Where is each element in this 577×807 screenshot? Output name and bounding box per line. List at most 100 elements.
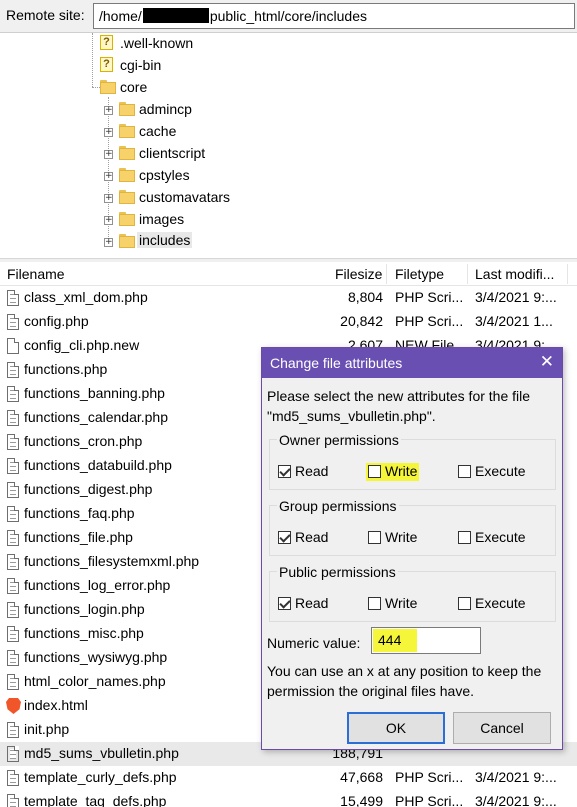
owner-permissions-group: Owner permissions Read Write Execute: [269, 432, 556, 490]
file-lines-icon: [7, 794, 19, 807]
public-read-checkbox[interactable]: Read: [278, 595, 328, 613]
tree-item-cpstyles[interactable]: + cpstyles: [0, 165, 577, 187]
tree-item-includes[interactable]: + includes: [0, 231, 577, 253]
tree-item-well-known[interactable]: ? .well-known: [0, 33, 577, 55]
tree-item-cache[interactable]: + cache: [0, 121, 577, 143]
file-name: template_tag_defs.php: [24, 793, 167, 807]
owner-execute-checkbox[interactable]: Execute: [458, 463, 526, 481]
owner-read-checkbox[interactable]: Read: [278, 463, 328, 481]
tree-item-customavatars[interactable]: + customavatars: [0, 187, 577, 209]
public-write-checkbox[interactable]: Write: [368, 595, 417, 613]
column-header-last-modified[interactable]: Last modifi...: [475, 266, 554, 282]
file-lines-icon: [7, 410, 19, 426]
group-execute-checkbox[interactable]: Execute: [458, 529, 526, 547]
numeric-value-input[interactable]: 444: [371, 627, 481, 654]
owner-write-checkbox[interactable]: Write: [366, 463, 420, 481]
public-execute-checkbox[interactable]: Execute: [458, 595, 526, 613]
tree-item-label: clientscript: [139, 145, 206, 161]
expand-icon[interactable]: +: [104, 238, 113, 247]
folder-icon: [119, 168, 135, 182]
folder-icon: [100, 80, 116, 94]
checkbox-icon: [278, 465, 291, 478]
remote-directory-tree[interactable]: ? .well-known ? cgi-bin core + admincp +…: [0, 32, 577, 260]
dialog-titlebar[interactable]: Change file attributes ✕: [262, 348, 562, 378]
close-icon[interactable]: ✕: [540, 352, 554, 372]
file-lines-icon: [7, 626, 19, 642]
dialog-note-text: You can use an x at any position to keep…: [267, 663, 542, 699]
column-divider[interactable]: [386, 264, 387, 284]
checkbox-icon: [368, 465, 381, 478]
question-icon: ?: [100, 35, 113, 50]
tree-item-label: cpstyles: [139, 167, 190, 183]
file-name: functions_file.php: [24, 529, 133, 545]
file-lines-icon: [7, 482, 19, 498]
file-row[interactable]: config.php 20,842 PHP Scri... 3/4/2021 1...: [0, 310, 577, 334]
group-write-checkbox[interactable]: Write: [368, 529, 417, 547]
tree-item-label-selected: includes: [137, 232, 193, 248]
public-permissions-group: Public permissions Read Write Execute: [269, 564, 556, 622]
expand-icon[interactable]: +: [104, 172, 113, 181]
file-list-header: Filename Filesize Filetype Last modifi..…: [0, 262, 577, 286]
expand-icon[interactable]: +: [104, 216, 113, 225]
file-size: 15,499: [340, 793, 383, 807]
ok-button[interactable]: OK: [347, 712, 445, 744]
group-read-checkbox[interactable]: Read: [278, 529, 328, 547]
expand-icon[interactable]: +: [104, 194, 113, 203]
file-name: functions_log_error.php: [24, 577, 171, 593]
folder-icon: [119, 102, 135, 116]
checkbox-label: Write: [385, 463, 418, 479]
file-name: functions_misc.php: [24, 625, 144, 641]
file-row[interactable]: template_curly_defs.php 47,668 PHP Scri...…: [0, 766, 577, 790]
folder-icon: [119, 190, 135, 204]
checkbox-label: Execute: [475, 595, 526, 611]
column-header-filesize[interactable]: Filesize: [335, 266, 382, 282]
numeric-value-text: 444: [373, 629, 417, 652]
file-name: functions_filesystemxml.php: [24, 553, 200, 569]
file-name: functions_wysiwyg.php: [24, 649, 168, 665]
remote-path-input[interactable]: /home/public_html/core/includes: [93, 3, 575, 29]
tree-item-core[interactable]: core: [0, 77, 577, 99]
column-divider[interactable]: [467, 264, 468, 284]
tree-item-label: admincp: [139, 101, 192, 117]
expand-icon[interactable]: +: [104, 150, 113, 159]
tree-item-cgi-bin[interactable]: ? cgi-bin: [0, 55, 577, 77]
file-lines-icon: [7, 602, 19, 618]
file-name: config.php: [24, 313, 89, 329]
tree-item-label: cgi-bin: [120, 57, 162, 73]
file-lines-icon: [7, 650, 19, 666]
folder-icon: [119, 146, 135, 160]
column-header-filetype[interactable]: Filetype: [395, 266, 444, 282]
file-row[interactable]: class_xml_dom.php 8,804 PHP Scri... 3/4/202…: [0, 286, 577, 310]
expand-icon[interactable]: +: [104, 128, 113, 137]
tree-item-images[interactable]: + images: [0, 209, 577, 231]
file-blank-icon: [7, 338, 19, 354]
file-lines-icon: [7, 458, 19, 474]
file-lines-icon: [7, 434, 19, 450]
column-divider[interactable]: [567, 264, 568, 284]
tree-item-label: .well-known: [120, 35, 194, 51]
checkbox-label: Read: [295, 529, 329, 545]
file-row[interactable]: template_tag_defs.php 15,499 PHP Scri... 3/…: [0, 790, 577, 807]
path-suffix: public_html/core/includes: [209, 8, 368, 24]
tree-item-admincp[interactable]: + admincp: [0, 99, 577, 121]
checkbox-label: Read: [295, 595, 329, 611]
checkbox-icon: [368, 531, 381, 544]
file-name: functions_databuild.php: [24, 457, 172, 473]
group-legend: Owner permissions: [277, 432, 401, 448]
cancel-button[interactable]: Cancel: [453, 712, 551, 744]
tree-item-label: core: [120, 79, 148, 95]
file-lines-icon: [7, 770, 19, 786]
file-type: PHP Scri...: [395, 769, 464, 785]
file-type: PHP Scri...: [395, 793, 464, 807]
tree-item-label: images: [139, 211, 185, 227]
file-name: class_xml_dom.php: [24, 289, 148, 305]
group-permissions-group: Group permissions Read Write Execute: [269, 498, 556, 556]
expand-icon[interactable]: +: [104, 106, 113, 115]
column-header-filename[interactable]: Filename: [7, 266, 65, 282]
numeric-value-label: Numeric value:: [267, 635, 361, 651]
remote-site-bar: Remote site: /home/public_html/core/incl…: [0, 0, 577, 32]
checkbox-label: Read: [295, 463, 329, 479]
dialog-title: Change file attributes: [270, 355, 403, 371]
file-name: index.html: [24, 697, 88, 713]
tree-item-clientscript[interactable]: + clientscript: [0, 143, 577, 165]
